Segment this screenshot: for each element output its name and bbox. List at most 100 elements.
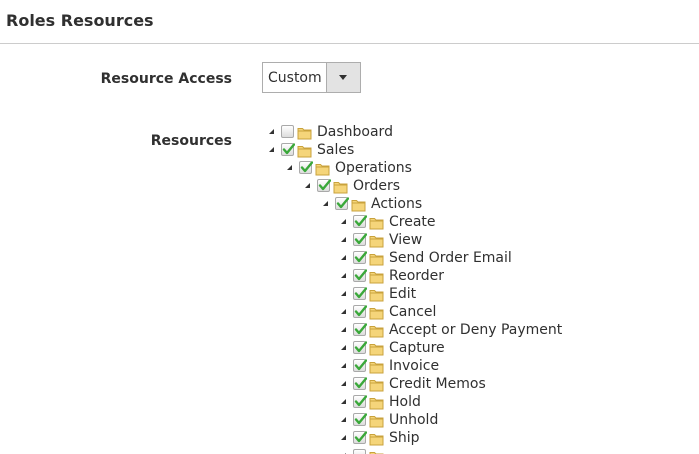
folder-icon — [369, 215, 384, 230]
tree-node-label[interactable]: View — [389, 231, 422, 249]
tree-node-label[interactable]: Actions — [371, 195, 422, 213]
folder-icon — [369, 395, 384, 410]
checkmark-icon — [282, 143, 295, 155]
checkmark-icon — [354, 287, 367, 299]
tree-node-label[interactable]: Credit Memos — [389, 375, 486, 393]
folder-icon — [297, 125, 312, 140]
checkmark-icon — [300, 161, 313, 173]
resources-label: Resources — [150, 133, 232, 149]
expand-toggle-icon[interactable] — [341, 399, 346, 404]
folder-icon — [369, 359, 384, 374]
tree-node-label[interactable]: Edit — [389, 285, 416, 303]
section-divider — [0, 43, 699, 44]
expand-toggle-icon[interactable] — [341, 309, 346, 314]
checkbox[interactable] — [335, 197, 349, 210]
section-title: Roles Resources — [6, 11, 154, 30]
expand-toggle-icon[interactable] — [323, 201, 328, 206]
folder-icon — [369, 323, 384, 338]
checkmark-icon — [354, 377, 367, 389]
checkbox[interactable] — [353, 251, 367, 264]
expand-toggle-icon[interactable] — [341, 381, 346, 386]
checkmark-icon — [354, 341, 367, 353]
tree-node-label[interactable]: Send Order Email — [389, 249, 512, 267]
folder-icon — [333, 179, 348, 194]
expand-toggle-icon[interactable] — [341, 435, 346, 440]
expand-toggle-icon[interactable] — [287, 165, 292, 170]
checkmark-icon — [354, 305, 367, 317]
tree-node-label[interactable]: Ship — [389, 429, 420, 447]
expand-toggle-icon[interactable] — [341, 291, 346, 296]
checkmark-icon — [336, 197, 349, 209]
folder-icon — [369, 251, 384, 266]
checkbox[interactable] — [353, 449, 366, 454]
folder-icon — [369, 341, 384, 356]
checkmark-icon — [354, 251, 367, 263]
checkbox[interactable] — [353, 395, 367, 408]
tree-node-label[interactable]: Operations — [335, 159, 412, 177]
tree-node-label[interactable]: Sales — [317, 141, 354, 159]
expand-toggle-icon[interactable] — [269, 147, 274, 152]
expand-toggle-icon[interactable] — [341, 255, 346, 260]
folder-icon — [369, 287, 384, 302]
checkmark-icon — [354, 269, 367, 281]
tree-node-label[interactable]: Unhold — [389, 411, 438, 429]
tree-node-label[interactable]: Cancel — [389, 303, 436, 321]
dropdown-toggle-button[interactable] — [326, 63, 360, 92]
checkbox[interactable] — [281, 143, 295, 156]
checkbox[interactable] — [353, 323, 367, 336]
checkbox[interactable] — [281, 125, 294, 138]
checkbox[interactable] — [353, 233, 367, 246]
checkmark-icon — [354, 431, 367, 443]
tree-node-label[interactable]: Dashboard — [317, 123, 393, 141]
expand-toggle-icon[interactable] — [341, 237, 346, 242]
folder-icon — [315, 161, 330, 176]
checkbox[interactable] — [353, 377, 367, 390]
tree-node-label[interactable]: Accept or Deny Payment — [389, 321, 562, 339]
folder-icon — [369, 413, 384, 428]
tree-node-label[interactable]: Orders — [353, 177, 400, 195]
expand-toggle-icon[interactable] — [341, 327, 346, 332]
tree-node-label[interactable]: Invoice — [389, 357, 439, 375]
checkmark-icon — [354, 323, 367, 335]
expand-toggle-icon[interactable] — [341, 363, 346, 368]
folder-icon — [369, 377, 384, 392]
folder-icon — [369, 269, 384, 284]
checkbox[interactable] — [353, 413, 367, 426]
checkbox[interactable] — [317, 179, 331, 192]
resource-access-select[interactable]: Custom — [262, 62, 361, 93]
folder-icon — [369, 431, 384, 446]
expand-toggle-icon[interactable] — [341, 273, 346, 278]
checkbox[interactable] — [299, 161, 313, 174]
checkbox[interactable] — [353, 341, 367, 354]
checkbox[interactable] — [353, 269, 367, 282]
checkmark-icon — [354, 215, 367, 227]
folder-icon — [369, 449, 384, 454]
folder-icon — [297, 143, 312, 158]
checkmark-icon — [318, 179, 331, 191]
tree-node-label[interactable]: Hold — [389, 393, 421, 411]
checkbox[interactable] — [353, 431, 367, 444]
checkmark-icon — [354, 233, 367, 245]
expand-toggle-icon[interactable] — [305, 183, 310, 188]
checkbox[interactable] — [353, 215, 367, 228]
checkbox[interactable] — [353, 287, 367, 300]
resource-access-label: Resource Access — [100, 71, 232, 87]
roles-resources-page: Roles Resources Resource Access Custom R… — [0, 0, 699, 454]
folder-icon — [369, 233, 384, 248]
tree-node-label[interactable]: Reorder — [389, 267, 444, 285]
resource-access-selected-value: Custom — [268, 70, 322, 86]
folder-icon — [351, 197, 366, 212]
tree-node-label[interactable]: Create — [389, 213, 436, 231]
folder-icon — [369, 305, 384, 320]
expand-toggle-icon[interactable] — [269, 129, 274, 134]
checkmark-icon — [354, 395, 367, 407]
expand-toggle-icon[interactable] — [341, 345, 346, 350]
checkbox[interactable] — [353, 305, 367, 318]
checkmark-icon — [354, 359, 367, 371]
chevron-down-icon — [339, 75, 347, 80]
tree-node-label[interactable]: Capture — [389, 339, 445, 357]
checkbox[interactable] — [353, 359, 367, 372]
expand-toggle-icon[interactable] — [341, 417, 346, 422]
checkmark-icon — [354, 413, 367, 425]
expand-toggle-icon[interactable] — [341, 219, 346, 224]
